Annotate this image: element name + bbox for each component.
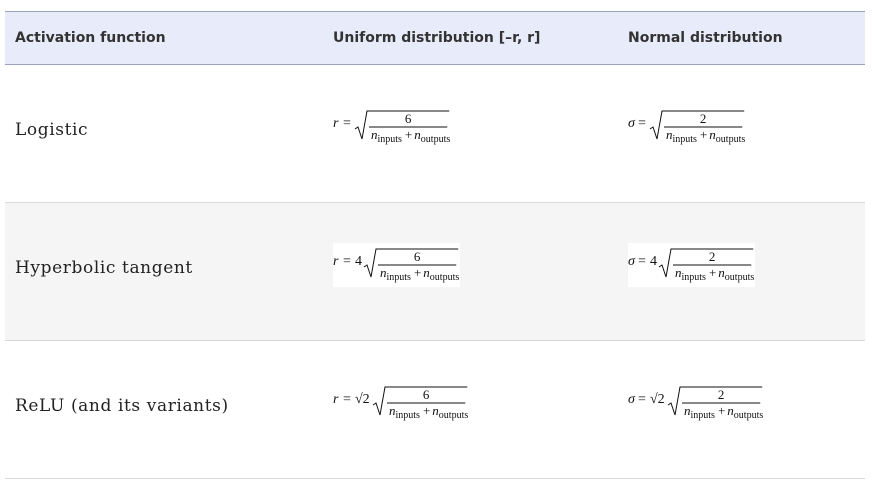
table-row: ReLU (and its variants) r = √2 6 ninputs + nou… xyxy=(5,341,865,479)
uniform-formula: r = √2 6 ninputs + noutputs xyxy=(333,381,470,425)
formula-numerator: 6 xyxy=(405,111,412,126)
equals-sign: = xyxy=(638,254,646,269)
activation-label: Logistic xyxy=(15,120,89,140)
formula-variable: σ xyxy=(628,254,636,269)
table-header: Activation function Uniform distribution… xyxy=(5,11,865,65)
formula-variable: r xyxy=(333,116,339,131)
formula-numerator: 6 xyxy=(414,249,421,264)
formula-denominator: ninputs + noutputs xyxy=(389,403,468,421)
equals-sign: = xyxy=(343,392,351,407)
formula-coefficient: √2 xyxy=(355,392,370,407)
formula-denominator: ninputs + noutputs xyxy=(666,127,745,145)
equals-sign: = xyxy=(638,392,646,407)
formula-coefficient: 4 xyxy=(650,254,657,269)
formula-variable: r xyxy=(333,254,339,269)
formula-denominator: ninputs + noutputs xyxy=(371,127,450,145)
formula-denominator: ninputs + noutputs xyxy=(684,403,763,421)
header-normal-distribution: Normal distribution xyxy=(628,30,783,46)
equals-sign: = xyxy=(638,116,646,131)
normal-formula: σ = 4 2 ninputs + noutputs xyxy=(628,243,756,287)
formula-denominator: ninputs + noutputs xyxy=(380,265,459,283)
formula-numerator: 2 xyxy=(709,249,716,264)
header-activation-function: Activation function xyxy=(15,30,166,46)
formula-variable: σ xyxy=(628,392,636,407)
equals-sign: = xyxy=(343,116,351,131)
formula-numerator: 2 xyxy=(700,111,707,126)
header-uniform-distribution: Uniform distribution [–r, r] xyxy=(333,30,541,46)
formula-numerator: 2 xyxy=(718,387,725,402)
formula-variable: r xyxy=(333,392,339,407)
normal-formula: σ = √2 2 ninputs + noutputs xyxy=(628,381,765,425)
equals-sign: = xyxy=(343,254,351,269)
uniform-formula: r = 6 ninputs + noutputs xyxy=(333,105,452,149)
activation-label: Hyperbolic tangent xyxy=(15,258,193,278)
table-row: Logistic r = 6 ninputs + noutputs σ = 2 ninputs +… xyxy=(5,65,865,203)
table-row: Hyperbolic tangent r = 4 6 ninputs + noutputs … xyxy=(5,203,865,341)
formula-denominator: ninputs + noutputs xyxy=(675,265,754,283)
formula-variable: σ xyxy=(628,116,636,131)
formula-numerator: 6 xyxy=(423,387,430,402)
formula-coefficient: √2 xyxy=(650,392,665,407)
uniform-formula: r = 4 6 ninputs + noutputs xyxy=(333,243,461,287)
normal-formula: σ = 2 ninputs + noutputs xyxy=(628,105,747,149)
activation-label: ReLU (and its variants) xyxy=(15,396,229,416)
formula-coefficient: 4 xyxy=(355,254,362,269)
initialization-table: Activation function Uniform distribution… xyxy=(5,11,865,479)
